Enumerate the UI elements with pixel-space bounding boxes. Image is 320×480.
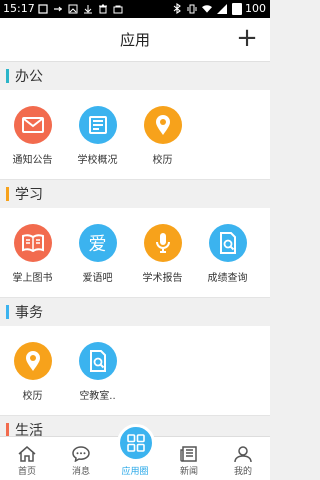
- section-accent-bar: [6, 69, 9, 83]
- app-label: 校历: [22, 391, 43, 402]
- section-header-study: 学习: [0, 180, 270, 208]
- download-icon: [83, 3, 93, 14]
- location-pin-icon: [143, 106, 182, 144]
- app-label: 空教室..: [79, 391, 116, 402]
- battery-level: 100: [245, 2, 266, 15]
- location-pin-icon: [13, 342, 52, 380]
- nav-label: 新闻: [179, 467, 198, 477]
- bag-icon: [113, 3, 123, 14]
- ai-char: 爱: [88, 234, 107, 255]
- section-affairs: 校历 空教室..: [0, 326, 270, 416]
- app-school-overview[interactable]: 学校概况: [65, 106, 130, 179]
- bluetooth-icon: [172, 3, 182, 14]
- battery-indicator: 100: [232, 2, 266, 15]
- image-icon: [68, 3, 78, 14]
- app-ebook[interactable]: 掌上图书: [0, 224, 65, 297]
- app-aiyuba[interactable]: 爱 爱语吧: [65, 224, 130, 297]
- microphone-icon: [143, 224, 182, 262]
- app-label: 学术报告: [142, 273, 183, 284]
- section-accent-bar: [6, 423, 9, 436]
- ai-char-icon: 爱: [78, 224, 117, 262]
- signal-icon: [217, 3, 227, 14]
- vibrate-icon: [187, 3, 197, 14]
- app-grades[interactable]: 成绩查询: [195, 224, 260, 297]
- book-icon: [13, 224, 52, 262]
- newspaper-icon: [180, 446, 197, 462]
- section-study: 掌上图书 爱 爱语吧 学术报告 成绩查询: [0, 208, 270, 298]
- section-accent-bar: [6, 305, 9, 319]
- app-label: 掌上图书: [12, 273, 53, 284]
- notification-icon: [38, 3, 48, 14]
- section-header-office: 办公: [0, 62, 270, 90]
- app-label: 爱语吧: [82, 273, 113, 284]
- app-label: 通知公告: [12, 155, 53, 166]
- wifi-icon: [202, 3, 212, 14]
- section-header-affairs: 事务: [0, 298, 270, 326]
- app-empty-classroom[interactable]: 空教室..: [65, 342, 130, 415]
- app-label: 学校概况: [77, 155, 118, 166]
- app-label: 成绩查询: [207, 273, 248, 284]
- nav-profile[interactable]: 我的: [216, 437, 270, 480]
- nav-label: 我的: [233, 467, 252, 477]
- battery-icon: [232, 2, 242, 15]
- app-header: 应用 +: [0, 18, 270, 62]
- section-office: 通知公告 学校概况 校历: [0, 90, 270, 180]
- section-accent-bar: [6, 187, 9, 201]
- grid-icon: [127, 434, 145, 452]
- document-search-icon: [208, 224, 247, 262]
- status-time: 15:17: [3, 2, 35, 15]
- chat-bubble-icon: [72, 446, 90, 462]
- section-title: 办公: [15, 69, 43, 85]
- nav-label: 消息: [71, 467, 90, 477]
- status-bar: 15:17 100: [0, 0, 270, 18]
- person-icon: [234, 446, 252, 462]
- nav-home[interactable]: 首页: [0, 437, 54, 480]
- nav-label: 应用圈: [121, 467, 149, 477]
- section-title: 事务: [15, 305, 43, 321]
- section-title: 生活: [15, 423, 43, 436]
- usb-icon: [53, 3, 63, 14]
- envelope-icon: [13, 106, 52, 144]
- trash-icon: [98, 3, 108, 14]
- app-calendar[interactable]: 校历: [130, 106, 195, 179]
- nav-label: 首页: [17, 467, 36, 477]
- nav-news[interactable]: 新闻: [162, 437, 216, 480]
- newspaper-icon: [78, 106, 117, 144]
- page-title: 应用: [119, 31, 150, 49]
- app-circle-button[interactable]: [117, 424, 155, 462]
- app-notice[interactable]: 通知公告: [0, 106, 65, 179]
- document-search-icon: [78, 342, 117, 380]
- home-icon: [18, 446, 36, 462]
- app-list[interactable]: 办公 通知公告 学校概况 校历 学习 掌上图书 爱 爱语吧 学术报告 成绩查询 …: [0, 62, 270, 436]
- app-calendar-2[interactable]: 校历: [0, 342, 65, 415]
- app-label: 校历: [152, 155, 173, 166]
- app-academic-report[interactable]: 学术报告: [130, 224, 195, 297]
- add-button[interactable]: +: [236, 25, 258, 51]
- nav-messages[interactable]: 消息: [54, 437, 108, 480]
- section-title: 学习: [15, 187, 43, 203]
